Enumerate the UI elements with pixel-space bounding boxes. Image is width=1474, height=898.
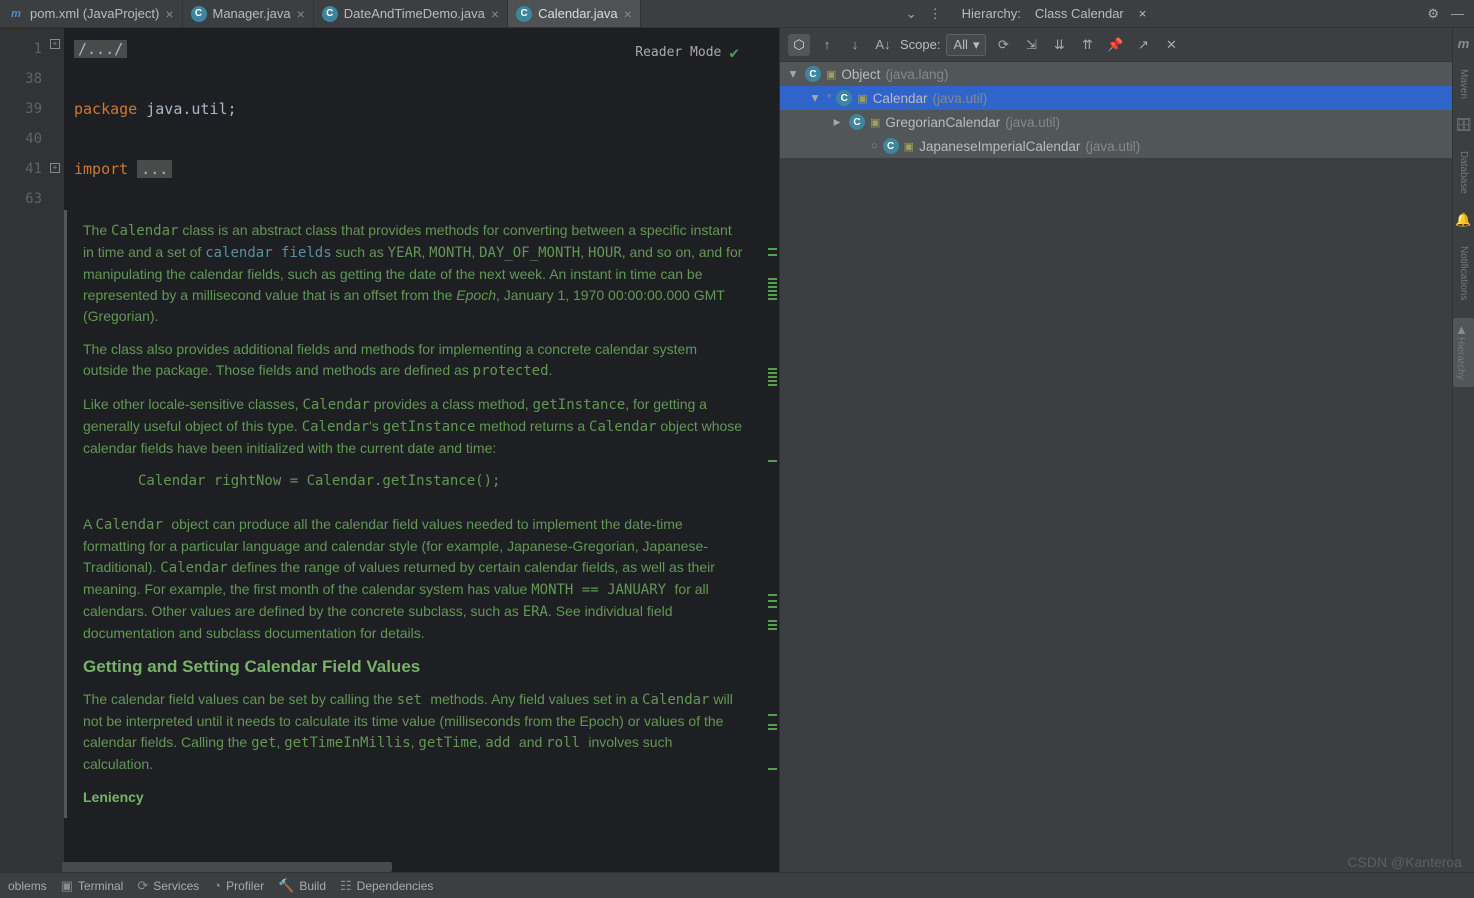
close-icon[interactable]: × [624,6,632,22]
package-icon: ▣ [904,140,914,153]
deps-icon: ☷ [340,878,352,894]
hierarchy-panel-title: Hierarchy: Class Calendar× [952,0,1163,27]
status-bar: oblems ▣Terminal ⟳Services ◔Profiler 🔨Bu… [0,872,1474,898]
class-icon: C [322,6,338,22]
gutter: 13839404163 [0,28,50,872]
fold-column: + + [50,28,64,872]
package-icon: ▣ [826,68,836,81]
close-icon[interactable]: ✕ [1160,34,1182,56]
package-icon: ▣ [857,92,867,105]
tree-row[interactable]: ▾*C▣Calendar(java.util) [780,86,1452,110]
reader-mode-toggle[interactable]: Reader Mode✔ [635,38,739,68]
expand-all-icon[interactable]: ⇊ [1048,34,1070,56]
hierarchy-item[interactable]: Class Calendar× [1029,4,1152,23]
autoscroll-icon[interactable]: ⇲ [1020,34,1042,56]
maven-tool-icon[interactable]: m [1458,36,1470,51]
fold-toggle[interactable]: + [50,163,60,173]
close-icon[interactable]: × [1139,6,1147,21]
bell-icon[interactable]: 🔔 [1455,212,1471,228]
profiler-icon: ◔ [213,878,221,893]
tab-datetimedemo[interactable]: CDateAndTimeDemo.java× [314,0,508,27]
hierarchy-icon[interactable]: ▲ [1455,322,1468,337]
class-hierarchy-icon[interactable]: ⬡ [788,34,810,56]
class-icon: C [836,90,852,106]
right-tool-rail: mMaven 🗄Database 🔔Notifications ▲Hierarc… [1452,28,1474,872]
tab-bar: mpom.xml (JavaProject)× CManager.java× C… [0,0,1474,28]
tabs-dropdown-icon[interactable]: ⌄ [906,6,917,22]
check-icon: ✔ [729,38,739,68]
javadoc: The Calendar class is an abstract class … [64,210,779,818]
tab-pom[interactable]: mpom.xml (JavaProject)× [0,0,183,27]
horizontal-scrollbar[interactable] [62,862,392,872]
package-icon: ▣ [870,116,880,129]
subtypes-icon[interactable]: ↓ [844,34,866,56]
tree-row[interactable]: ○C▣JapaneseImperialCalendar(java.util) [780,134,1452,158]
gear-icon[interactable]: ⚙ [1427,6,1439,22]
tree-row[interactable]: ▾C▣Object(java.lang) [780,62,1452,86]
scope-select[interactable]: All▾ [946,34,986,56]
dependencies-tool[interactable]: ☷Dependencies [340,878,433,894]
terminal-tool[interactable]: ▣Terminal [61,878,124,894]
class-icon: C [805,66,821,82]
fold-toggle[interactable]: + [50,39,60,49]
close-icon[interactable]: × [491,6,499,22]
tab-manager[interactable]: CManager.java× [183,0,314,27]
tab-calendar[interactable]: CCalendar.java× [508,0,641,27]
class-icon: C [191,6,207,22]
tabs-more-icon[interactable]: ⋮ [929,6,942,22]
class-icon: C [883,138,899,154]
chevron-icon[interactable]: ▾ [786,66,800,82]
scope-label: Scope: [900,37,940,52]
code-area[interactable]: /.../ package java.util; import ... The … [64,28,779,872]
hierarchy-panel: ⬡ ↑ ↓ A↓ Scope: All▾ ⟳ ⇲ ⇊ ⇈ 📌 ↗ ✕ ▾C▣Ob… [780,28,1474,872]
supertypes-icon[interactable]: ↑ [816,34,838,56]
build-icon: 🔨 [278,878,294,894]
hierarchy-tree[interactable]: ▾C▣Object(java.lang)▾*C▣Calendar(java.ut… [780,62,1452,872]
build-tool[interactable]: 🔨Build [278,878,326,894]
hierarchy-toolbar: ⬡ ↑ ↓ A↓ Scope: All▾ ⟳ ⇲ ⇊ ⇈ 📌 ↗ ✕ [780,28,1452,62]
minimize-icon[interactable]: — [1451,6,1464,21]
marks-stripe[interactable] [765,28,779,872]
services-icon: ⟳ [137,878,148,894]
chevron-icon[interactable]: ▾ [808,90,822,106]
class-icon: C [516,6,532,22]
maven-file-icon: m [8,6,24,22]
open-in-window-icon[interactable]: ↗ [1132,34,1154,56]
terminal-icon: ▣ [61,878,73,894]
services-tool[interactable]: ⟳Services [137,878,199,894]
problems-tool[interactable]: oblems [8,879,47,893]
pin-icon[interactable]: 📌 [1104,34,1126,56]
chevron-icon[interactable]: ▸ [830,114,844,130]
profiler-tool[interactable]: ◔Profiler [213,878,264,893]
tree-row[interactable]: ▸C▣GregorianCalendar(java.util) [780,110,1452,134]
close-icon[interactable]: × [165,6,173,22]
collapse-all-icon[interactable]: ⇈ [1076,34,1098,56]
class-icon: C [849,114,865,130]
editor: 13839404163 + + /.../ package java.util;… [0,28,780,872]
close-icon[interactable]: × [297,6,305,22]
database-icon[interactable]: 🗄 [1455,117,1472,133]
sort-icon[interactable]: A↓ [872,34,894,56]
refresh-icon[interactable]: ⟳ [992,34,1014,56]
